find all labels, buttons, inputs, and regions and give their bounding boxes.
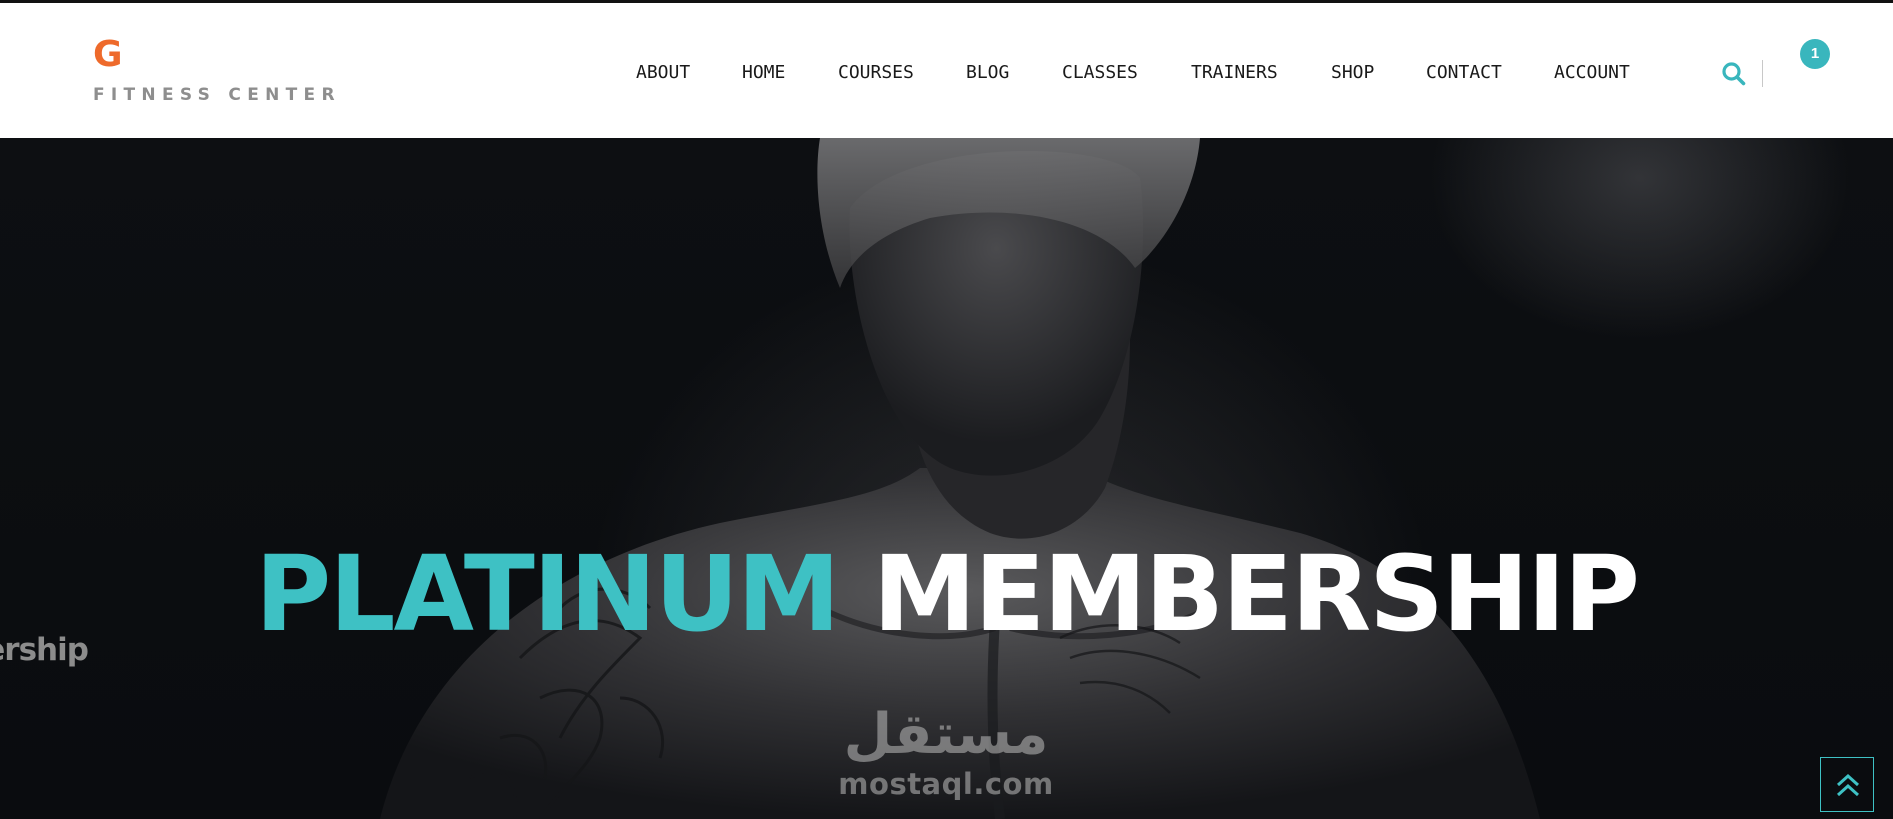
logo-text: FITNESS CENTER xyxy=(93,85,341,105)
hero-banner: nbership PLATINUM MEMBERSHIP مستقل mosta… xyxy=(0,138,1893,819)
watermark-latin: mostaql.com xyxy=(838,767,1054,801)
nav-item-trainers[interactable]: TRAINERS xyxy=(1191,58,1278,88)
back-to-top-button[interactable] xyxy=(1820,757,1874,812)
double-chevron-up-icon xyxy=(1836,773,1860,797)
watermark-arabic: مستقل xyxy=(843,702,1049,767)
hero-title: PLATINUM MEMBERSHIP xyxy=(0,538,1893,650)
header-divider xyxy=(1762,60,1763,87)
cart-count-badge: 1 xyxy=(1800,39,1830,69)
site-header: G FITNESS CENTER ABOUT HOME COURSES BLOG… xyxy=(0,3,1893,138)
nav-item-shop[interactable]: SHOP xyxy=(1331,58,1374,88)
search-icon[interactable] xyxy=(1721,61,1747,87)
nav-item-classes[interactable]: CLASSES xyxy=(1062,58,1138,88)
nav-item-home[interactable]: HOME xyxy=(742,58,785,88)
hero-title-rest: MEMBERSHIP xyxy=(872,532,1640,655)
nav-item-courses[interactable]: COURSES xyxy=(838,58,914,88)
cart-button[interactable]: 1 xyxy=(1800,39,1830,69)
nav-item-account[interactable]: ACCOUNT xyxy=(1554,58,1630,88)
logo[interactable]: G FITNESS CENTER xyxy=(93,34,341,106)
nav-item-blog[interactable]: BLOG xyxy=(966,58,1009,88)
hero-title-accent: PLATINUM xyxy=(254,532,841,655)
logo-mark: G xyxy=(93,34,123,75)
nav-item-contact[interactable]: CONTACT xyxy=(1426,58,1502,88)
nav-item-about[interactable]: ABOUT xyxy=(636,58,690,88)
watermark: مستقل mostaql.com xyxy=(836,702,1056,802)
